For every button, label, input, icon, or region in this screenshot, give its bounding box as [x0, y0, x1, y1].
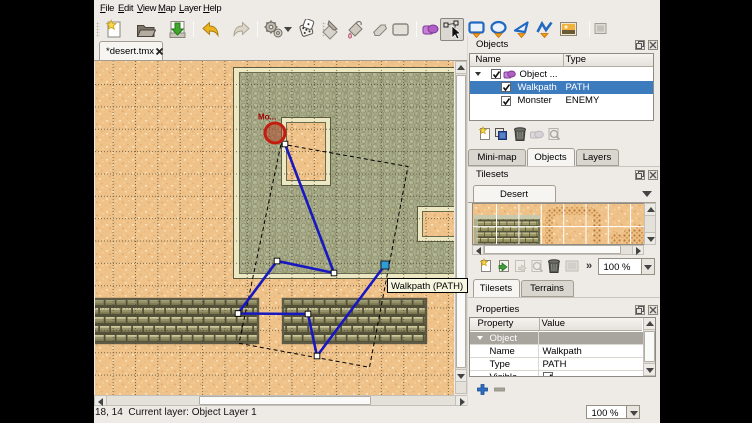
svg-text:Mo...: Mo...	[258, 113, 276, 122]
